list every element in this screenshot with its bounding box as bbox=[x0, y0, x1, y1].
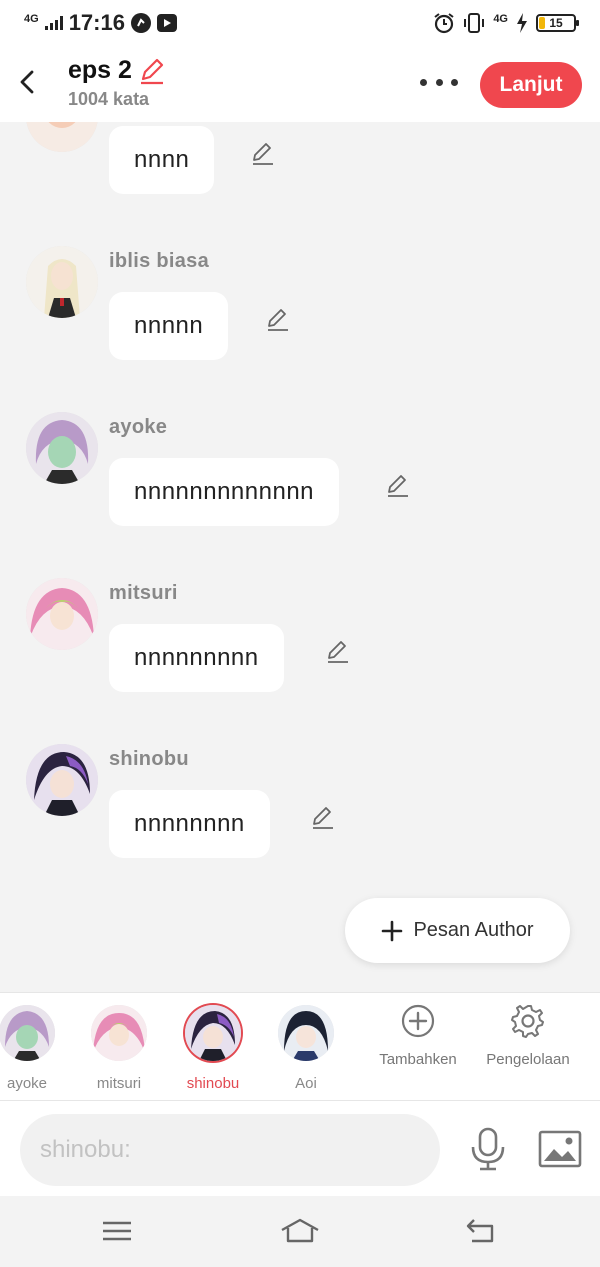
sender-name: shinobu bbox=[109, 748, 189, 770]
signal-icon bbox=[44, 16, 63, 30]
gear-icon bbox=[511, 1005, 544, 1038]
character-avatar-icon bbox=[91, 1005, 147, 1061]
more-options-icon[interactable] bbox=[420, 68, 458, 96]
system-nav-bar bbox=[0, 1196, 600, 1267]
sender-name: mitsuri bbox=[109, 582, 178, 604]
home-icon[interactable] bbox=[280, 1216, 320, 1246]
character-avatar-icon[interactable] bbox=[26, 578, 98, 650]
manage-label: Pengelolaan bbox=[486, 1051, 570, 1068]
page-title: eps 2 bbox=[68, 56, 132, 84]
edit-title-icon[interactable] bbox=[138, 57, 166, 85]
author-message-label: Pesan Author bbox=[413, 919, 534, 941]
status-right: 4G 15 bbox=[433, 12, 579, 34]
edit-message-icon[interactable] bbox=[385, 472, 411, 498]
next-button[interactable]: Lanjut bbox=[480, 62, 582, 108]
message-bubble[interactable]: nnnnnnnnn bbox=[109, 624, 284, 692]
character-avatar-icon[interactable] bbox=[26, 412, 98, 484]
character-avatar-icon bbox=[185, 1005, 241, 1061]
character-avatar-icon[interactable] bbox=[26, 246, 98, 318]
character-chip-ayoke[interactable]: ayoke bbox=[0, 1005, 72, 1092]
microphone-icon[interactable] bbox=[468, 1127, 508, 1171]
add-character-label: Tambahken bbox=[379, 1051, 457, 1068]
add-author-message-button[interactable]: Pesan Author bbox=[345, 898, 570, 963]
status-left: 4G 17:16 bbox=[24, 10, 177, 36]
character-avatar-icon[interactable] bbox=[26, 744, 98, 816]
back-nav-icon[interactable] bbox=[462, 1216, 502, 1246]
charging-icon bbox=[517, 13, 527, 33]
character-chip-shinobu[interactable]: shinobu bbox=[168, 1005, 258, 1092]
message-bubble[interactable]: nnnnnnnnnnnnn bbox=[109, 458, 340, 526]
message-bubble[interactable]: nnnn bbox=[109, 126, 215, 194]
notification-icon bbox=[130, 13, 151, 33]
vibrate-icon bbox=[464, 13, 485, 33]
network-type-left: 4G bbox=[24, 13, 39, 25]
header: eps 2 1004 kata Lanjut bbox=[0, 46, 600, 122]
manage-button[interactable]: Pengelolaan bbox=[473, 1003, 583, 1068]
character-avatar-icon bbox=[0, 1005, 55, 1061]
character-bar: ayoke mitsuri shinobu Aoi Tambahken Peng… bbox=[0, 992, 600, 1100]
battery-icon: 15 bbox=[536, 14, 579, 32]
back-arrow-icon[interactable] bbox=[14, 68, 42, 96]
character-name: mitsuri bbox=[96, 1075, 142, 1092]
edit-message-icon[interactable] bbox=[250, 140, 276, 166]
character-avatar-icon bbox=[278, 1005, 334, 1061]
edit-message-icon[interactable] bbox=[310, 804, 336, 830]
character-chip-mitsuri[interactable]: mitsuri bbox=[74, 1005, 164, 1092]
character-name: ayoke bbox=[6, 1075, 48, 1092]
edit-message-icon[interactable] bbox=[325, 638, 351, 664]
composer-bar bbox=[0, 1100, 600, 1196]
title-block: eps 2 1004 kata bbox=[68, 56, 166, 110]
network-type-right: 4G bbox=[493, 13, 508, 25]
add-circle-icon bbox=[401, 1004, 435, 1038]
word-count: 1004 kata bbox=[68, 89, 150, 109]
character-chip-aoi[interactable]: Aoi bbox=[261, 1005, 351, 1092]
edit-message-icon[interactable] bbox=[265, 306, 291, 332]
character-name: shinobu bbox=[186, 1075, 240, 1092]
alarm-icon bbox=[434, 13, 454, 34]
video-notification-icon bbox=[156, 14, 177, 32]
battery-level: 15 bbox=[549, 16, 563, 30]
message-input[interactable] bbox=[20, 1114, 440, 1186]
character-name: Aoi bbox=[295, 1075, 317, 1092]
menu-icon[interactable] bbox=[97, 1216, 137, 1246]
character-avatar-icon[interactable] bbox=[26, 122, 98, 152]
message-bubble[interactable]: nnnnn bbox=[109, 292, 229, 360]
clock: 17:16 bbox=[68, 10, 125, 35]
add-character-button[interactable]: Tambahken bbox=[363, 1003, 473, 1068]
sender-name: iblis biasa bbox=[109, 250, 210, 272]
plus-icon bbox=[382, 920, 403, 941]
message-bubble[interactable]: nnnnnnnn bbox=[109, 790, 270, 858]
image-icon[interactable] bbox=[538, 1129, 582, 1169]
chat-area[interactable]: nnnn iblis biasa nnnnn ayoke nnnnnnnnnnn… bbox=[0, 122, 600, 992]
status-bar: 4G 17:16 4G 15 bbox=[0, 0, 600, 46]
sender-name: ayoke bbox=[109, 416, 168, 438]
